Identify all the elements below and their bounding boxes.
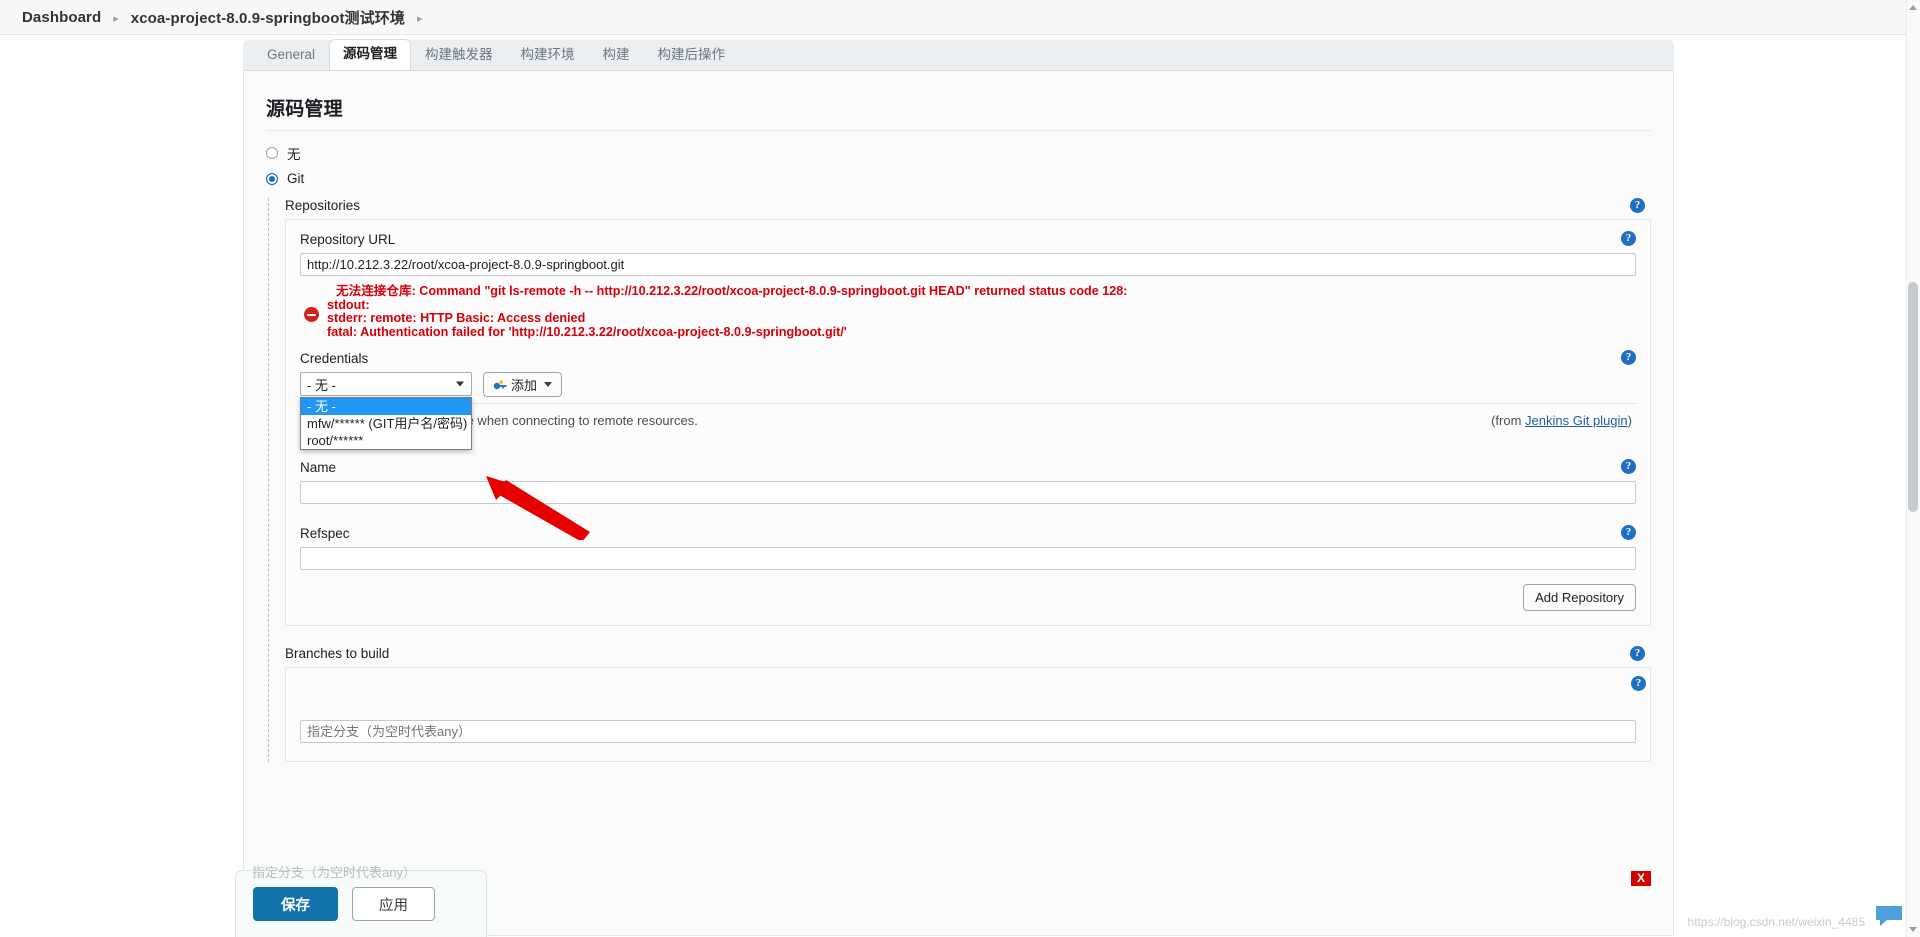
- error-line-1: 无法连接仓库: Command "git ls-remote -h -- htt…: [336, 284, 1128, 298]
- repository-url-error: 无法连接仓库: Command "git ls-remote -h -- htt…: [304, 284, 1636, 339]
- credentials-row: - 无 - - 无 - mfw/****** (GIT用户名/密码) root/…: [300, 372, 1636, 450]
- scm-radio-git[interactable]: [266, 172, 278, 185]
- watermark-text: https://blog.csdn.net/weixin_4485: [1687, 915, 1865, 929]
- caret-down-icon: [544, 382, 553, 387]
- key-icon: [493, 379, 507, 390]
- close-annotation-badge[interactable]: X: [1631, 871, 1651, 886]
- credentials-select-value: - 无 -: [307, 377, 336, 393]
- error-line-3: stderr: remote: HTTP Basic: Access denie…: [327, 311, 586, 325]
- add-repository-button[interactable]: Add Repository: [1523, 584, 1636, 611]
- help-icon-credentials[interactable]: ?: [1621, 350, 1636, 365]
- scroll-up-icon[interactable]: [1909, 5, 1917, 10]
- help-icon-branches[interactable]: ?: [1630, 646, 1645, 661]
- jenkins-job-config-page: Dashboard ▸ xcoa-project-8.0.9-springboo…: [0, 0, 1920, 937]
- branches-block: ?: [285, 667, 1651, 762]
- help-icon-repository-url[interactable]: ?: [1621, 231, 1636, 246]
- error-line-4: fatal: Authentication failed for 'http:/…: [327, 324, 847, 339]
- scrollbar-thumb[interactable]: [1908, 282, 1918, 512]
- help-icon-name[interactable]: ?: [1621, 459, 1636, 474]
- breadcrumb-item-project[interactable]: xcoa-project-8.0.9-springboot测试环境: [131, 7, 405, 28]
- repositories-label: Repositories: [285, 198, 361, 213]
- credentials-option-root[interactable]: root/******: [301, 432, 471, 449]
- help-icon-branch-specifier[interactable]: ?: [1631, 676, 1646, 691]
- save-button[interactable]: 保存: [253, 887, 338, 921]
- scm-radio-none[interactable]: [266, 146, 278, 159]
- repository-refspec-label: Refspec: [300, 526, 350, 541]
- credentials-option-none[interactable]: - 无 -: [301, 398, 471, 415]
- tab-general[interactable]: General: [253, 41, 329, 70]
- config-tab-strip: General 源码管理 构建触发器 构建环境 构建 构建后操作: [243, 39, 1674, 71]
- breadcrumb: Dashboard ▸ xcoa-project-8.0.9-springboo…: [0, 0, 1920, 35]
- apply-button[interactable]: 应用: [352, 887, 435, 921]
- branches-to-build-label: Branches to build: [285, 646, 390, 661]
- breadcrumb-separator-2-icon: ▸: [416, 12, 423, 25]
- add-repository-row: Add Repository: [300, 584, 1636, 611]
- error-line-2: stdout:: [327, 297, 370, 312]
- help-from-suffix: ): [1627, 413, 1632, 428]
- repository-refspec-input[interactable]: [300, 547, 1636, 570]
- branch-specifier-input[interactable]: [300, 720, 1636, 743]
- title-divider: [266, 130, 1651, 131]
- scm-option-git-row[interactable]: Git ?: [266, 169, 1651, 188]
- credentials-dropdown-list[interactable]: - 无 - mfw/****** (GIT用户名/密码) root/******: [300, 397, 472, 450]
- breadcrumb-separator-icon: ▸: [113, 12, 119, 25]
- credentials-option-mfw[interactable]: mfw/****** (GIT用户名/密码): [301, 415, 471, 432]
- tab-build-environment[interactable]: 构建环境: [507, 41, 589, 70]
- tab-build-triggers[interactable]: 构建触发器: [411, 41, 507, 70]
- credentials-help-source: (from Jenkins Git plugin): [1491, 413, 1632, 428]
- credentials-select[interactable]: - 无 -: [300, 372, 472, 396]
- repository-name-label: Name: [300, 460, 337, 475]
- repository-name-input[interactable]: [300, 481, 1636, 504]
- scm-radio-git-label: Git: [287, 171, 305, 186]
- tab-scm[interactable]: 源码管理: [329, 39, 412, 71]
- scroll-down-icon[interactable]: [1909, 927, 1917, 932]
- page-scrollbar[interactable]: [1906, 0, 1920, 937]
- error-icon: [304, 307, 319, 322]
- jenkins-git-plugin-link[interactable]: Jenkins Git plugin: [1525, 413, 1628, 428]
- chat-bubble-icon[interactable]: [1874, 903, 1904, 927]
- repository-url-input[interactable]: [300, 253, 1636, 276]
- page-title: 源码管理: [266, 99, 343, 120]
- chevron-down-icon: [456, 381, 464, 387]
- repository-url-label: Repository URL: [300, 232, 396, 247]
- help-from-prefix: (from: [1491, 413, 1526, 428]
- tab-build[interactable]: 构建: [589, 41, 644, 70]
- credentials-label: Credentials: [300, 351, 369, 366]
- tab-post-build-actions[interactable]: 构建后操作: [644, 41, 740, 70]
- scm-radio-none-label: 无: [287, 146, 301, 162]
- help-icon-refspec[interactable]: ?: [1621, 525, 1636, 540]
- scm-option-none-row[interactable]: 无: [266, 143, 1651, 162]
- help-icon-repositories[interactable]: ?: [1630, 198, 1645, 213]
- git-scm-panel: Repositories ? Repository URL ? 无法连接仓库:: [268, 198, 1651, 762]
- breadcrumb-item-dashboard[interactable]: Dashboard: [22, 9, 101, 26]
- credentials-help-line: Specify the credentials to use when conn…: [300, 403, 1636, 438]
- config-form-card: 源码管理 无 Git ? Repositories ?: [243, 70, 1674, 936]
- add-credentials-button[interactable]: 添加: [483, 372, 563, 397]
- repository-block: Repository URL ? 无法连接仓库: Command "git ls…: [285, 219, 1651, 626]
- branch-specifier-ghost-hint: 指定分支（为空时代表any）: [252, 865, 416, 880]
- add-credentials-label: 添加: [511, 378, 538, 393]
